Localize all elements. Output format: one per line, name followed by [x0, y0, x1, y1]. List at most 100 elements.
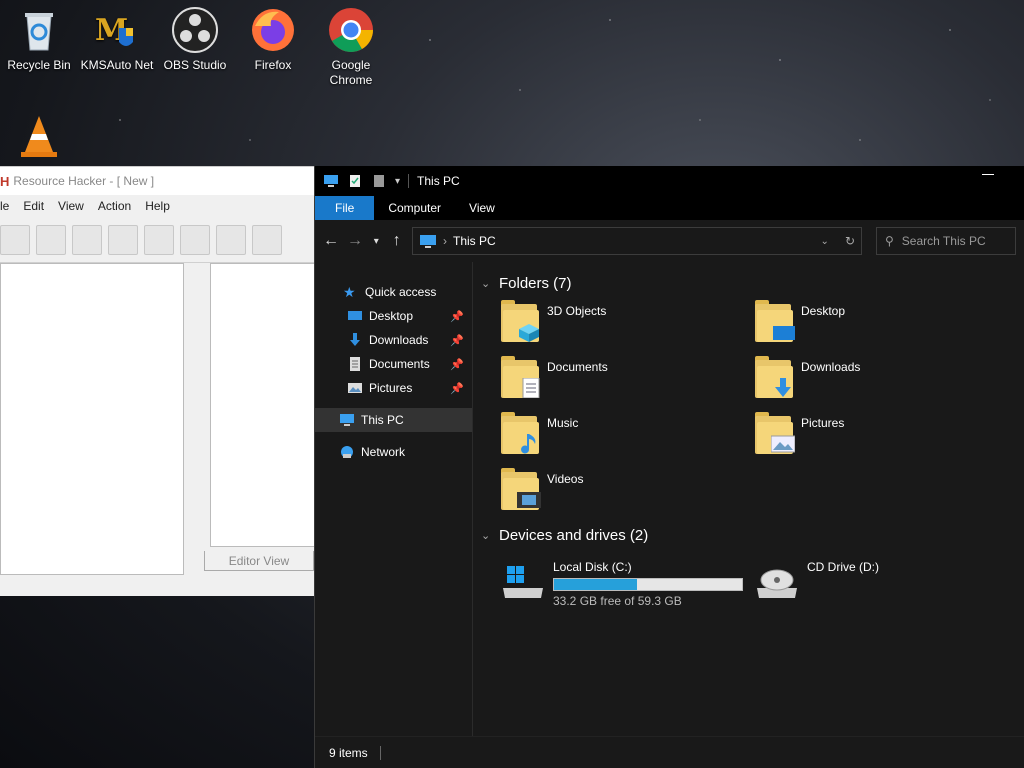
copy-icon[interactable]	[252, 224, 282, 255]
this-pc-icon	[420, 235, 436, 248]
rh-menu-action[interactable]: Action	[98, 199, 131, 213]
nav-network[interactable]: Network	[315, 440, 472, 464]
file-explorer-window[interactable]: ▾ This PC File Computer View ← → ▾ ↑ › T…	[314, 166, 1024, 768]
rh-editor-pane[interactable]	[210, 263, 318, 547]
nav-documents[interactable]: Documents 📌	[315, 352, 472, 376]
nav-this-pc[interactable]: This PC	[315, 408, 472, 432]
import-icon[interactable]	[144, 224, 174, 255]
breadcrumb-chevron-icon: ›	[443, 234, 447, 248]
up-arrow-icon[interactable]: ↑	[392, 232, 403, 250]
nav-desktop[interactable]: Desktop 📌	[315, 304, 472, 328]
navigation-pane: ★ Quick access Desktop 📌 Downloads 📌 Doc…	[315, 262, 473, 736]
pin-icon: 📌	[450, 334, 464, 347]
search-input[interactable]	[901, 234, 1007, 248]
search-box[interactable]: ⚲	[876, 227, 1016, 255]
kmsauto-icon: M	[93, 6, 141, 54]
drive-d-name: CD Drive (D:)	[807, 560, 879, 574]
folder-pictures[interactable]: Pictures	[755, 408, 1009, 464]
rh-menu-help[interactable]: Help	[145, 199, 170, 213]
desktop-icon-obs[interactable]: OBS Studio	[156, 0, 234, 73]
desktop-icon-recycle-bin[interactable]: Recycle Bin	[0, 0, 78, 73]
drive-c-name: Local Disk (C:)	[553, 560, 632, 574]
cd-drive-icon	[755, 560, 799, 600]
new-folder-icon[interactable]	[371, 174, 387, 188]
rh-menu-view[interactable]: View	[58, 199, 84, 213]
rh-resource-tree[interactable]	[0, 263, 184, 575]
nav-pictures[interactable]: Pictures 📌	[315, 376, 472, 400]
cut-icon[interactable]	[216, 224, 246, 255]
folder-3d-objects[interactable]: 3D Objects	[501, 296, 755, 352]
forward-arrow-icon[interactable]: →	[347, 232, 363, 250]
download-arrow-icon	[350, 333, 360, 346]
export-icon[interactable]	[180, 224, 210, 255]
chevron-down-icon: ⌄	[481, 529, 491, 542]
drives-group-header[interactable]: ⌄ Devices and drives (2)	[481, 522, 1024, 548]
pictures-folder-icon	[755, 412, 795, 454]
this-pc-icon	[340, 414, 354, 426]
resource-hacker-window[interactable]: H Resource Hacker - [ New ] le Edit View…	[0, 166, 318, 596]
desktop-icon	[348, 311, 362, 320]
desktop-icon-chrome[interactable]: Google Chrome	[312, 0, 390, 88]
folder-downloads[interactable]: Downloads	[755, 352, 1009, 408]
drive-local-disk-c[interactable]: Local Disk (C:) 33.2 GB free of 59.3 GB	[501, 552, 755, 608]
pin-icon: 📌	[450, 358, 464, 371]
rh-title: Resource Hacker - [ New ]	[13, 174, 155, 188]
status-bar: 9 items	[315, 736, 1024, 768]
this-pc-icon	[324, 175, 338, 187]
save-icon[interactable]	[72, 224, 102, 255]
obs-icon	[171, 6, 219, 54]
rh-menu-file[interactable]: le	[0, 199, 9, 213]
minimize-button[interactable]	[982, 174, 994, 175]
explorer-titlebar: ▾ This PC	[315, 166, 1024, 196]
properties-icon[interactable]	[347, 174, 363, 188]
tab-view[interactable]: View	[455, 196, 509, 220]
recycle-bin-icon	[15, 6, 63, 54]
drive-c-usage-bar	[553, 578, 743, 591]
pin-icon: 📌	[450, 382, 464, 395]
folder-music[interactable]: Music	[501, 408, 755, 464]
desktop-folder-icon	[755, 300, 795, 342]
open-icon[interactable]	[36, 224, 66, 255]
rh-menubar: le Edit View Action Help	[0, 195, 318, 217]
address-bar[interactable]: › This PC ⌄ ↻	[412, 227, 862, 255]
content-pane: ⌄ Folders (7) 3D Objects Desktop Documen…	[473, 262, 1024, 736]
drive-cd-d[interactable]: CD Drive (D:)	[755, 552, 1009, 608]
firefox-icon	[249, 6, 297, 54]
nav-downloads[interactable]: Downloads 📌	[315, 328, 472, 352]
explorer-body: ★ Quick access Desktop 📌 Downloads 📌 Doc…	[315, 262, 1024, 736]
pin-icon: 📌	[450, 310, 464, 323]
recent-locations-icon[interactable]: ▾	[371, 236, 382, 247]
customize-qat-icon[interactable]: ▾	[395, 176, 400, 187]
tab-computer[interactable]: Computer	[374, 196, 455, 220]
chevron-down-icon: ⌄	[481, 277, 491, 290]
tab-file[interactable]: File	[315, 196, 375, 220]
document-icon	[350, 357, 360, 371]
explorer-title: This PC	[417, 174, 460, 188]
downloads-folder-icon	[755, 356, 793, 398]
folders-group-header[interactable]: ⌄ Folders (7)	[481, 270, 1024, 296]
network-icon	[341, 446, 353, 458]
item-count: 9 items	[329, 745, 368, 760]
desktop-icon-firefox[interactable]: Firefox	[234, 0, 312, 73]
address-path: This PC	[453, 234, 496, 248]
rh-editor-view-tab[interactable]: Editor View	[204, 551, 314, 571]
pictures-icon	[348, 383, 362, 393]
folder-videos[interactable]: Videos	[501, 464, 755, 520]
folder-desktop[interactable]: Desktop	[755, 296, 1009, 352]
rh-logo: H	[0, 173, 10, 189]
folders-grid: 3D Objects Desktop Documents Downloads M…	[481, 296, 1024, 520]
documents-folder-icon	[501, 356, 540, 398]
rh-menu-edit[interactable]: Edit	[23, 199, 44, 213]
refresh-icon[interactable]: ↻	[845, 234, 855, 248]
desktop-icon-vlc[interactable]	[0, 106, 78, 164]
save-as-icon[interactable]	[108, 224, 138, 255]
desktop-icon-kmsauto[interactable]: M KMSAuto Net	[78, 0, 156, 73]
address-dropdown-icon[interactable]: ⌄	[821, 236, 829, 247]
local-disk-icon	[501, 560, 545, 600]
back-arrow-icon[interactable]: ←	[323, 232, 339, 250]
rh-titlebar: H Resource Hacker - [ New ]	[0, 167, 318, 195]
new-file-icon[interactable]	[0, 224, 30, 255]
folder-documents[interactable]: Documents	[501, 352, 755, 408]
music-folder-icon	[501, 412, 539, 454]
nav-quick-access[interactable]: ★ Quick access	[315, 280, 472, 304]
